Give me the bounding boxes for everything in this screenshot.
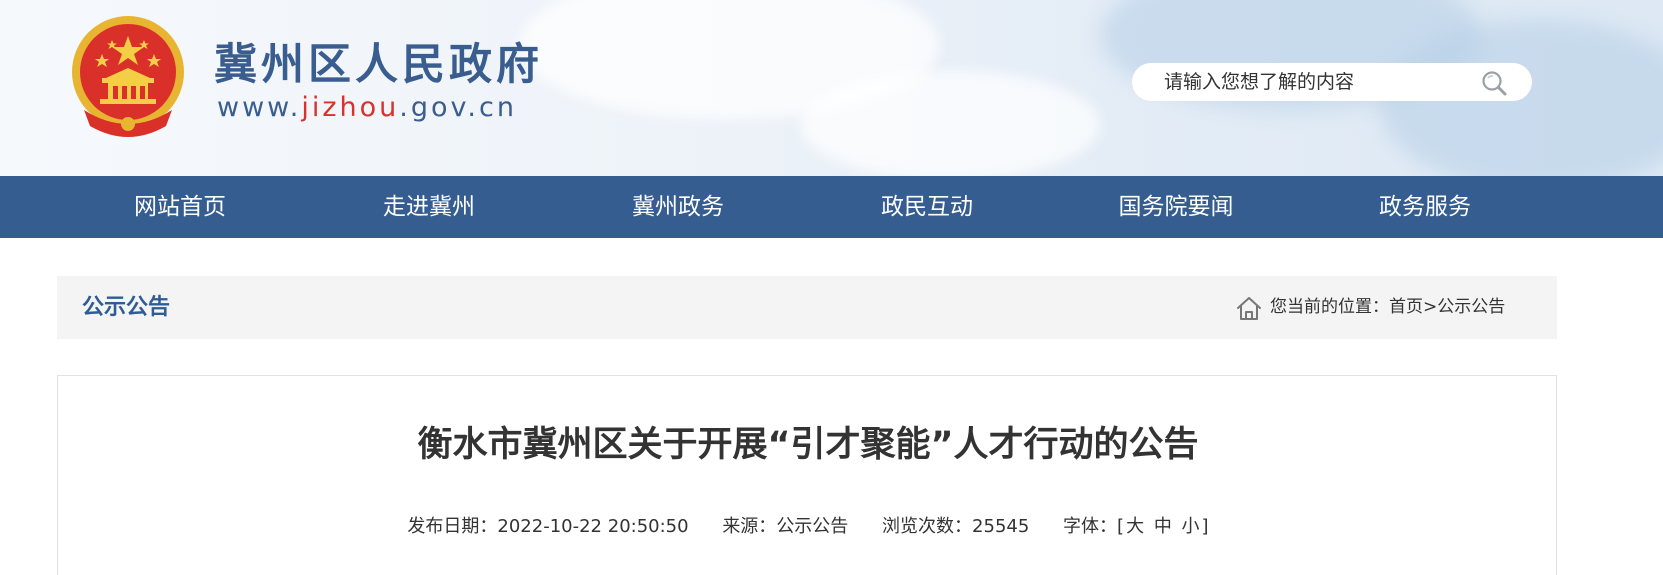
font-size-large-button[interactable]: 大 xyxy=(1126,516,1144,537)
view-count-label: 浏览次数： xyxy=(882,516,973,537)
nav-item-about[interactable]: 走进冀州 xyxy=(329,176,529,238)
breadcrumb: 您当前的位置：首页>公示公告 xyxy=(1270,276,1505,339)
font-size-close-bracket: ] xyxy=(1201,516,1209,537)
publish-date-label: 发布日期： xyxy=(407,516,498,537)
article-meta: 发布日期：2022-10-22 20:50:50 来源：公示公告 浏览次数：25… xyxy=(58,512,1558,538)
section-header: 公示公告 您当前的位置：首页>公示公告 xyxy=(57,276,1557,339)
site-url-suffix: .gov.cn xyxy=(399,92,517,123)
publish-date: 发布日期：2022-10-22 20:50:50 xyxy=(407,516,688,537)
nav-item-home[interactable]: 网站首页 xyxy=(80,176,280,238)
home-icon xyxy=(1237,297,1261,320)
font-size-switcher: 字体：[大 中 小] xyxy=(1063,516,1209,537)
search-box xyxy=(1132,63,1532,101)
source-value: 公示公告 xyxy=(776,516,849,537)
source-label: 来源： xyxy=(722,516,777,537)
background-cloud xyxy=(800,70,1100,176)
font-size-open-bracket: [ xyxy=(1117,516,1125,537)
nav-item-interaction[interactable]: 政民互动 xyxy=(827,176,1027,238)
site-url-highlight: jizhou xyxy=(301,92,400,123)
national-emblem xyxy=(72,16,184,137)
site-url-prefix: www. xyxy=(217,92,302,123)
nav-item-services[interactable]: 政务服务 xyxy=(1325,176,1525,238)
view-count-value: 25545 xyxy=(972,516,1030,537)
site-title: 冀州区人民政府 xyxy=(214,40,543,90)
main-nav: 网站首页 走进冀州 冀州政务 政民互动 国务院要闻 政务服务 xyxy=(0,176,1663,238)
site-header: 冀州区人民政府 www.jizhou.gov.cn xyxy=(0,0,1663,176)
search-input[interactable] xyxy=(1164,63,1464,101)
breadcrumb-separator: > xyxy=(1423,297,1438,317)
view-count: 浏览次数：25545 xyxy=(882,516,1029,537)
nav-item-state-news[interactable]: 国务院要闻 xyxy=(1076,176,1276,238)
article-title: 衡水市冀州区关于开展“引才聚能”人才行动的公告 xyxy=(417,425,1199,465)
site-url: www.jizhou.gov.cn xyxy=(217,92,517,123)
breadcrumb-current-link[interactable]: 公示公告 xyxy=(1437,297,1505,317)
article-panel: 衡水市冀州区关于开展“引才聚能”人才行动的公告 发布日期：2022-10-22 … xyxy=(57,375,1557,575)
publish-date-value: 2022-10-22 20:50:50 xyxy=(497,516,689,537)
breadcrumb-home-link[interactable]: 首页 xyxy=(1389,297,1423,317)
article-source: 来源：公示公告 xyxy=(722,516,848,537)
font-size-label: 字体： xyxy=(1063,516,1118,537)
font-size-small-button[interactable]: 小 xyxy=(1182,516,1200,537)
search-icon[interactable] xyxy=(1480,69,1508,97)
font-size-medium-button[interactable]: 中 xyxy=(1154,516,1172,537)
breadcrumb-prefix: 您当前的位置： xyxy=(1270,297,1389,317)
section-title: 公示公告 xyxy=(82,295,171,320)
nav-item-affairs[interactable]: 冀州政务 xyxy=(578,176,778,238)
